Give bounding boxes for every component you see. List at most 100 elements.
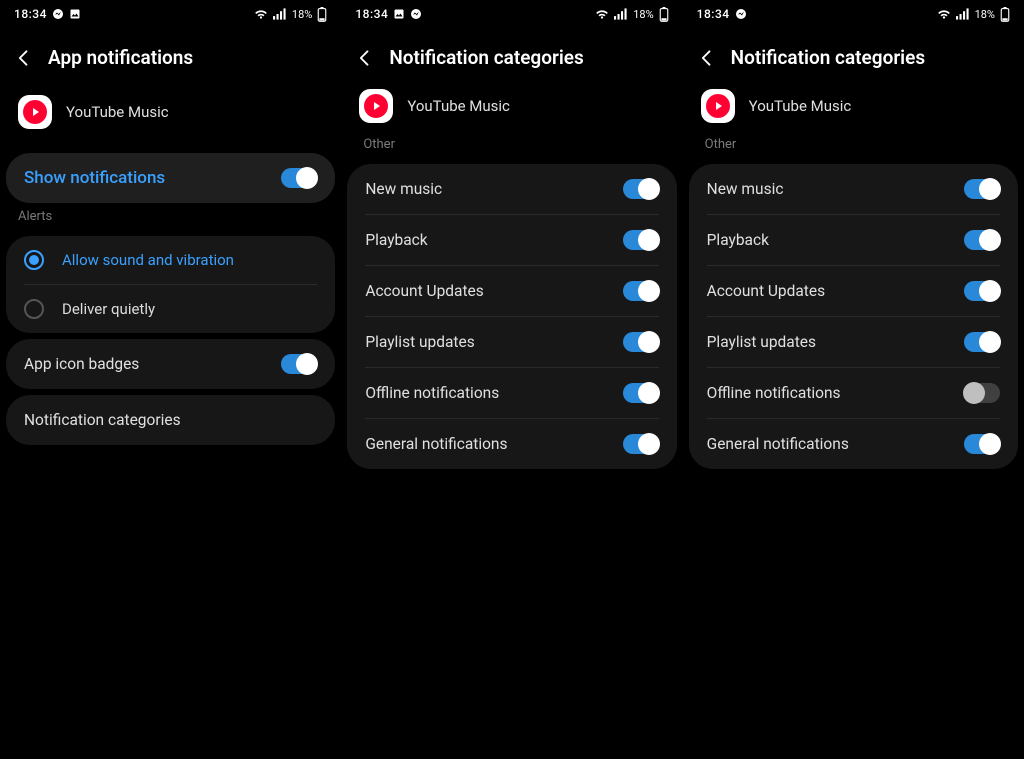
item-toggle[interactable] — [623, 230, 659, 250]
category-new-music[interactable]: New music — [347, 164, 676, 214]
notification-categories-card: Notification categories — [6, 395, 335, 445]
back-icon[interactable] — [14, 48, 34, 68]
item-label: Playback — [707, 231, 769, 249]
item-label: Offline notifications — [365, 384, 499, 402]
battery-percent: 18% — [975, 8, 995, 21]
item-toggle[interactable] — [964, 179, 1000, 199]
app-icon-badges-row[interactable]: App icon badges — [6, 339, 335, 389]
youtube-music-icon — [701, 89, 735, 123]
item-label: Playlist updates — [707, 333, 816, 351]
page-title: Notification categories — [389, 46, 583, 69]
category-account-updates[interactable]: Account Updates — [347, 266, 676, 316]
back-icon[interactable] — [697, 48, 717, 68]
category-new-music[interactable]: New music — [689, 164, 1018, 214]
youtube-music-icon — [359, 89, 393, 123]
back-icon[interactable] — [355, 48, 375, 68]
item-toggle[interactable] — [623, 332, 659, 352]
signal-icon — [956, 8, 970, 20]
youtube-music-icon — [18, 95, 52, 129]
app-header-row: YouTube Music — [0, 83, 341, 147]
messenger-icon — [410, 8, 422, 20]
battery-percent: 18% — [633, 8, 653, 21]
item-toggle[interactable] — [623, 383, 659, 403]
battery-icon — [1000, 7, 1010, 22]
radio-icon — [24, 250, 44, 270]
radio-label: Deliver quietly — [62, 300, 155, 318]
app-name: YouTube Music — [749, 97, 852, 115]
status-bar: 18:34 18% — [0, 0, 341, 28]
signal-icon — [614, 8, 628, 20]
status-time: 18:34 — [355, 7, 388, 21]
item-label: New music — [707, 180, 784, 198]
battery-percent: 18% — [292, 8, 312, 21]
item-label: Account Updates — [707, 282, 825, 300]
category-general-notifications[interactable]: General notifications — [347, 419, 676, 469]
category-playlist-updates[interactable]: Playlist updates — [689, 317, 1018, 367]
show-notifications-toggle[interactable] — [281, 168, 317, 188]
wifi-icon — [254, 8, 268, 20]
header: Notification categories — [341, 28, 682, 83]
show-notifications-row[interactable]: Show notifications — [6, 153, 335, 203]
page-title: Notification categories — [731, 46, 925, 69]
notification-categories-row[interactable]: Notification categories — [6, 395, 335, 445]
messenger-icon — [735, 8, 747, 20]
image-icon — [69, 8, 81, 20]
messenger-icon — [52, 8, 64, 20]
app-header-row: YouTube Music — [683, 83, 1024, 137]
status-time: 18:34 — [14, 7, 47, 21]
group-header: Other — [341, 137, 682, 158]
group-header: Other — [683, 137, 1024, 158]
item-label: New music — [365, 180, 442, 198]
show-notifications-label: Show notifications — [24, 168, 165, 188]
app-icon-badges-card: App icon badges — [6, 339, 335, 389]
screen-notification-categories-b: 18:34 18% Notification categories — [683, 0, 1024, 759]
radio-label: Allow sound and vibration — [62, 251, 234, 269]
category-offline-notifications[interactable]: Offline notifications — [689, 368, 1018, 418]
category-general-notifications[interactable]: General notifications — [689, 419, 1018, 469]
item-label: General notifications — [365, 435, 507, 453]
category-account-updates[interactable]: Account Updates — [689, 266, 1018, 316]
header: App notifications — [0, 28, 341, 83]
item-label: Playlist updates — [365, 333, 474, 351]
status-bar: 18:34 18% — [341, 0, 682, 28]
screen-notification-categories-a: 18:34 18% Notification categories — [341, 0, 682, 759]
item-toggle[interactable] — [964, 332, 1000, 352]
wifi-icon — [937, 8, 951, 20]
item-label: Account Updates — [365, 282, 483, 300]
item-label: Playback — [365, 231, 427, 249]
category-offline-notifications[interactable]: Offline notifications — [347, 368, 676, 418]
alerts-card: Allow sound and vibration Deliver quietl… — [6, 236, 335, 333]
wifi-icon — [595, 8, 609, 20]
badges-label: App icon badges — [24, 355, 139, 373]
header: Notification categories — [683, 28, 1024, 83]
item-label: General notifications — [707, 435, 849, 453]
radio-deliver-quietly[interactable]: Deliver quietly — [6, 285, 335, 333]
page-title: App notifications — [48, 46, 193, 69]
item-toggle[interactable] — [964, 281, 1000, 301]
categories-list: New music Playback Account Updates Playl… — [689, 164, 1018, 469]
category-playlist-updates[interactable]: Playlist updates — [347, 317, 676, 367]
item-toggle[interactable] — [964, 383, 1000, 403]
category-playback[interactable]: Playback — [347, 215, 676, 265]
categories-label: Notification categories — [24, 411, 181, 429]
status-time: 18:34 — [697, 7, 730, 21]
app-name: YouTube Music — [407, 97, 510, 115]
radio-icon — [24, 299, 44, 319]
screen-app-notifications: 18:34 18% App notifications — [0, 0, 341, 759]
badges-toggle[interactable] — [281, 354, 317, 374]
item-toggle[interactable] — [964, 230, 1000, 250]
category-playback[interactable]: Playback — [689, 215, 1018, 265]
status-bar: 18:34 18% — [683, 0, 1024, 28]
image-icon — [393, 8, 405, 20]
item-label: Offline notifications — [707, 384, 841, 402]
battery-icon — [317, 7, 327, 22]
item-toggle[interactable] — [623, 434, 659, 454]
item-toggle[interactable] — [964, 434, 1000, 454]
categories-list: New music Playback Account Updates Playl… — [347, 164, 676, 469]
app-header-row: YouTube Music — [341, 83, 682, 137]
radio-allow-sound[interactable]: Allow sound and vibration — [6, 236, 335, 284]
signal-icon — [273, 8, 287, 20]
item-toggle[interactable] — [623, 179, 659, 199]
item-toggle[interactable] — [623, 281, 659, 301]
app-name: YouTube Music — [66, 103, 169, 121]
